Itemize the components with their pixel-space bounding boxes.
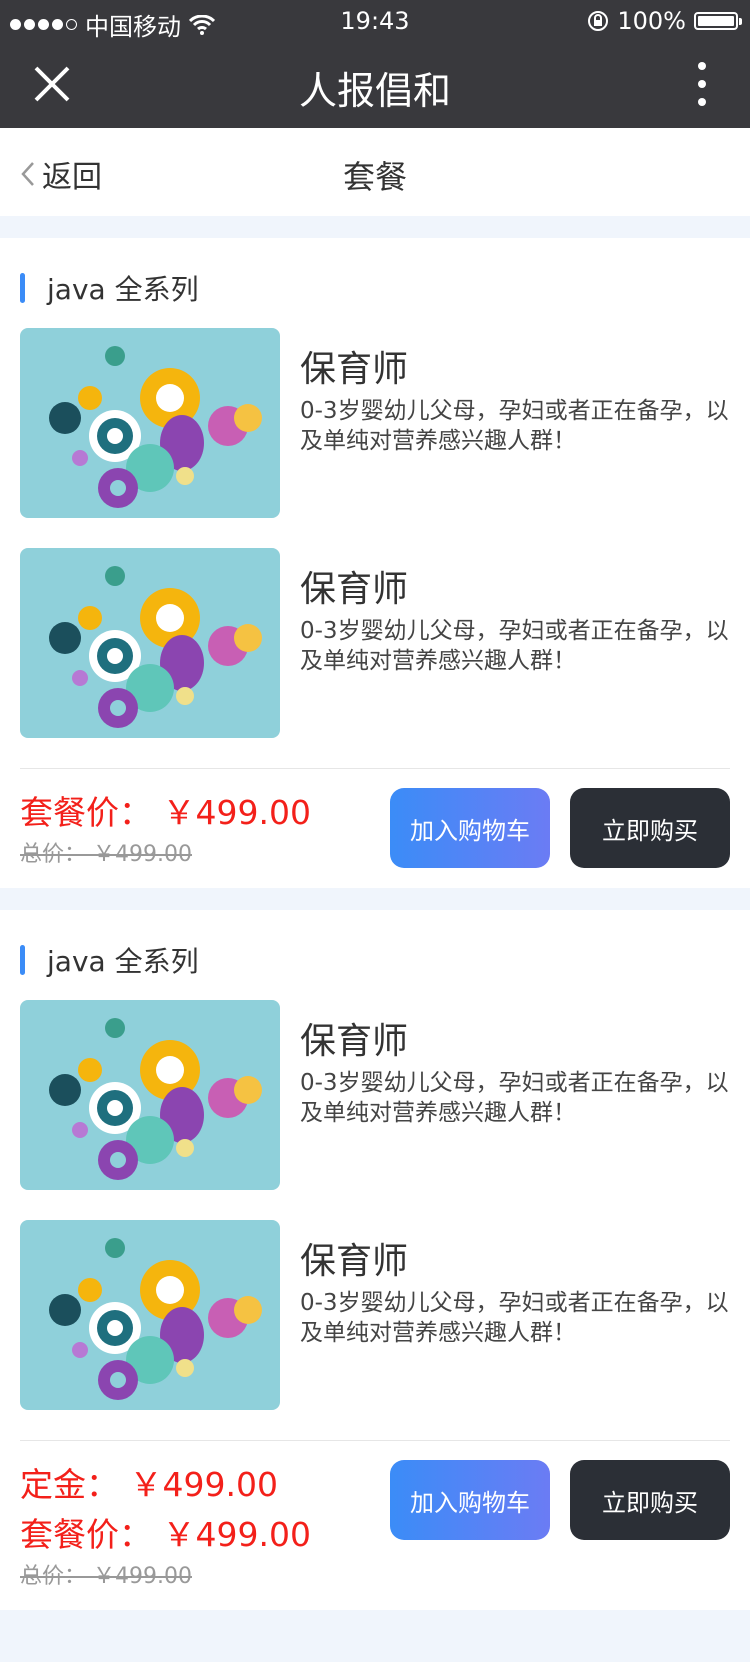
divider <box>20 768 730 769</box>
divider <box>20 1440 730 1441</box>
buy-now-button[interactable]: 立即购买 <box>570 788 730 868</box>
course-desc: 0-3岁婴幼儿父母，孕妇或者正在备孕，以及单纯对营养感兴趣人群！ <box>300 618 729 674</box>
battery-percent: 100% <box>617 7 686 35</box>
package-card: java 全系列 保育师 0-3岁婴幼儿父母，孕妇或者正在备孕，以及单纯对营养感… <box>0 238 750 888</box>
add-to-cart-button[interactable]: 加入购物车 <box>390 788 550 868</box>
package-header: java 全系列 <box>20 268 199 308</box>
package-header: java 全系列 <box>20 940 199 980</box>
page-title: 套餐 <box>342 158 407 196</box>
course-name: 保育师 <box>300 349 409 390</box>
course-item[interactable]: 保育师 0-3岁婴幼儿父母，孕妇或者正在备孕，以及单纯对营养感兴趣人群！ <box>20 1000 730 1190</box>
course-desc: 0-3岁婴幼儿父母，孕妇或者正在备孕，以及单纯对营养感兴趣人群！ <box>300 1070 729 1126</box>
more-icon[interactable] <box>692 60 712 110</box>
total-price: 总价： ￥499.00 <box>20 842 192 867</box>
rotation-lock-icon <box>588 11 609 31</box>
course-desc: 0-3岁婴幼儿父母，孕妇或者正在备孕，以及单纯对营养感兴趣人群！ <box>300 1290 729 1346</box>
add-to-cart-button[interactable]: 加入购物车 <box>390 1460 550 1540</box>
course-name: 保育师 <box>300 1241 409 1282</box>
course-thumbnail <box>20 328 280 518</box>
status-bar: 中国移动 19:43 100% <box>0 0 750 41</box>
accent-bar <box>20 273 25 303</box>
nav-bar: 人报倡和 <box>0 40 750 128</box>
package-price: 套餐价： ￥499.00 <box>20 1515 311 1554</box>
course-thumbnail <box>20 1220 280 1410</box>
course-desc: 0-3岁婴幼儿父母，孕妇或者正在备孕，以及单纯对营养感兴趣人群！ <box>300 398 729 454</box>
deposit-price: 定金： ￥499.00 <box>20 1465 278 1504</box>
buy-now-button[interactable]: 立即购买 <box>570 1460 730 1540</box>
nav-title: 人报倡和 <box>298 69 451 113</box>
course-item[interactable]: 保育师 0-3岁婴幼儿父母，孕妇或者正在备孕，以及单纯对营养感兴趣人群！ <box>20 548 730 738</box>
course-item[interactable]: 保育师 0-3岁婴幼儿父母，孕妇或者正在备孕，以及单纯对营养感兴趣人群！ <box>20 328 730 518</box>
course-thumbnail <box>20 548 280 738</box>
sub-header: 返回 套餐 <box>0 128 750 216</box>
total-price: 总价： ￥499.00 <box>20 1564 192 1589</box>
accent-bar <box>20 945 25 975</box>
course-thumbnail <box>20 1000 280 1190</box>
course-name: 保育师 <box>300 569 409 610</box>
package-card: java 全系列 保育师 0-3岁婴幼儿父母，孕妇或者正在备孕，以及单纯对营养感… <box>0 910 750 1610</box>
course-item[interactable]: 保育师 0-3岁婴幼儿父母，孕妇或者正在备孕，以及单纯对营养感兴趣人群！ <box>20 1220 730 1410</box>
battery-icon <box>694 12 742 30</box>
status-right: 100% <box>587 7 742 35</box>
package-price: 套餐价： ￥499.00 <box>20 793 311 832</box>
course-name: 保育师 <box>300 1021 409 1062</box>
package-title: java 全系列 <box>47 273 199 306</box>
package-title: java 全系列 <box>47 945 199 978</box>
